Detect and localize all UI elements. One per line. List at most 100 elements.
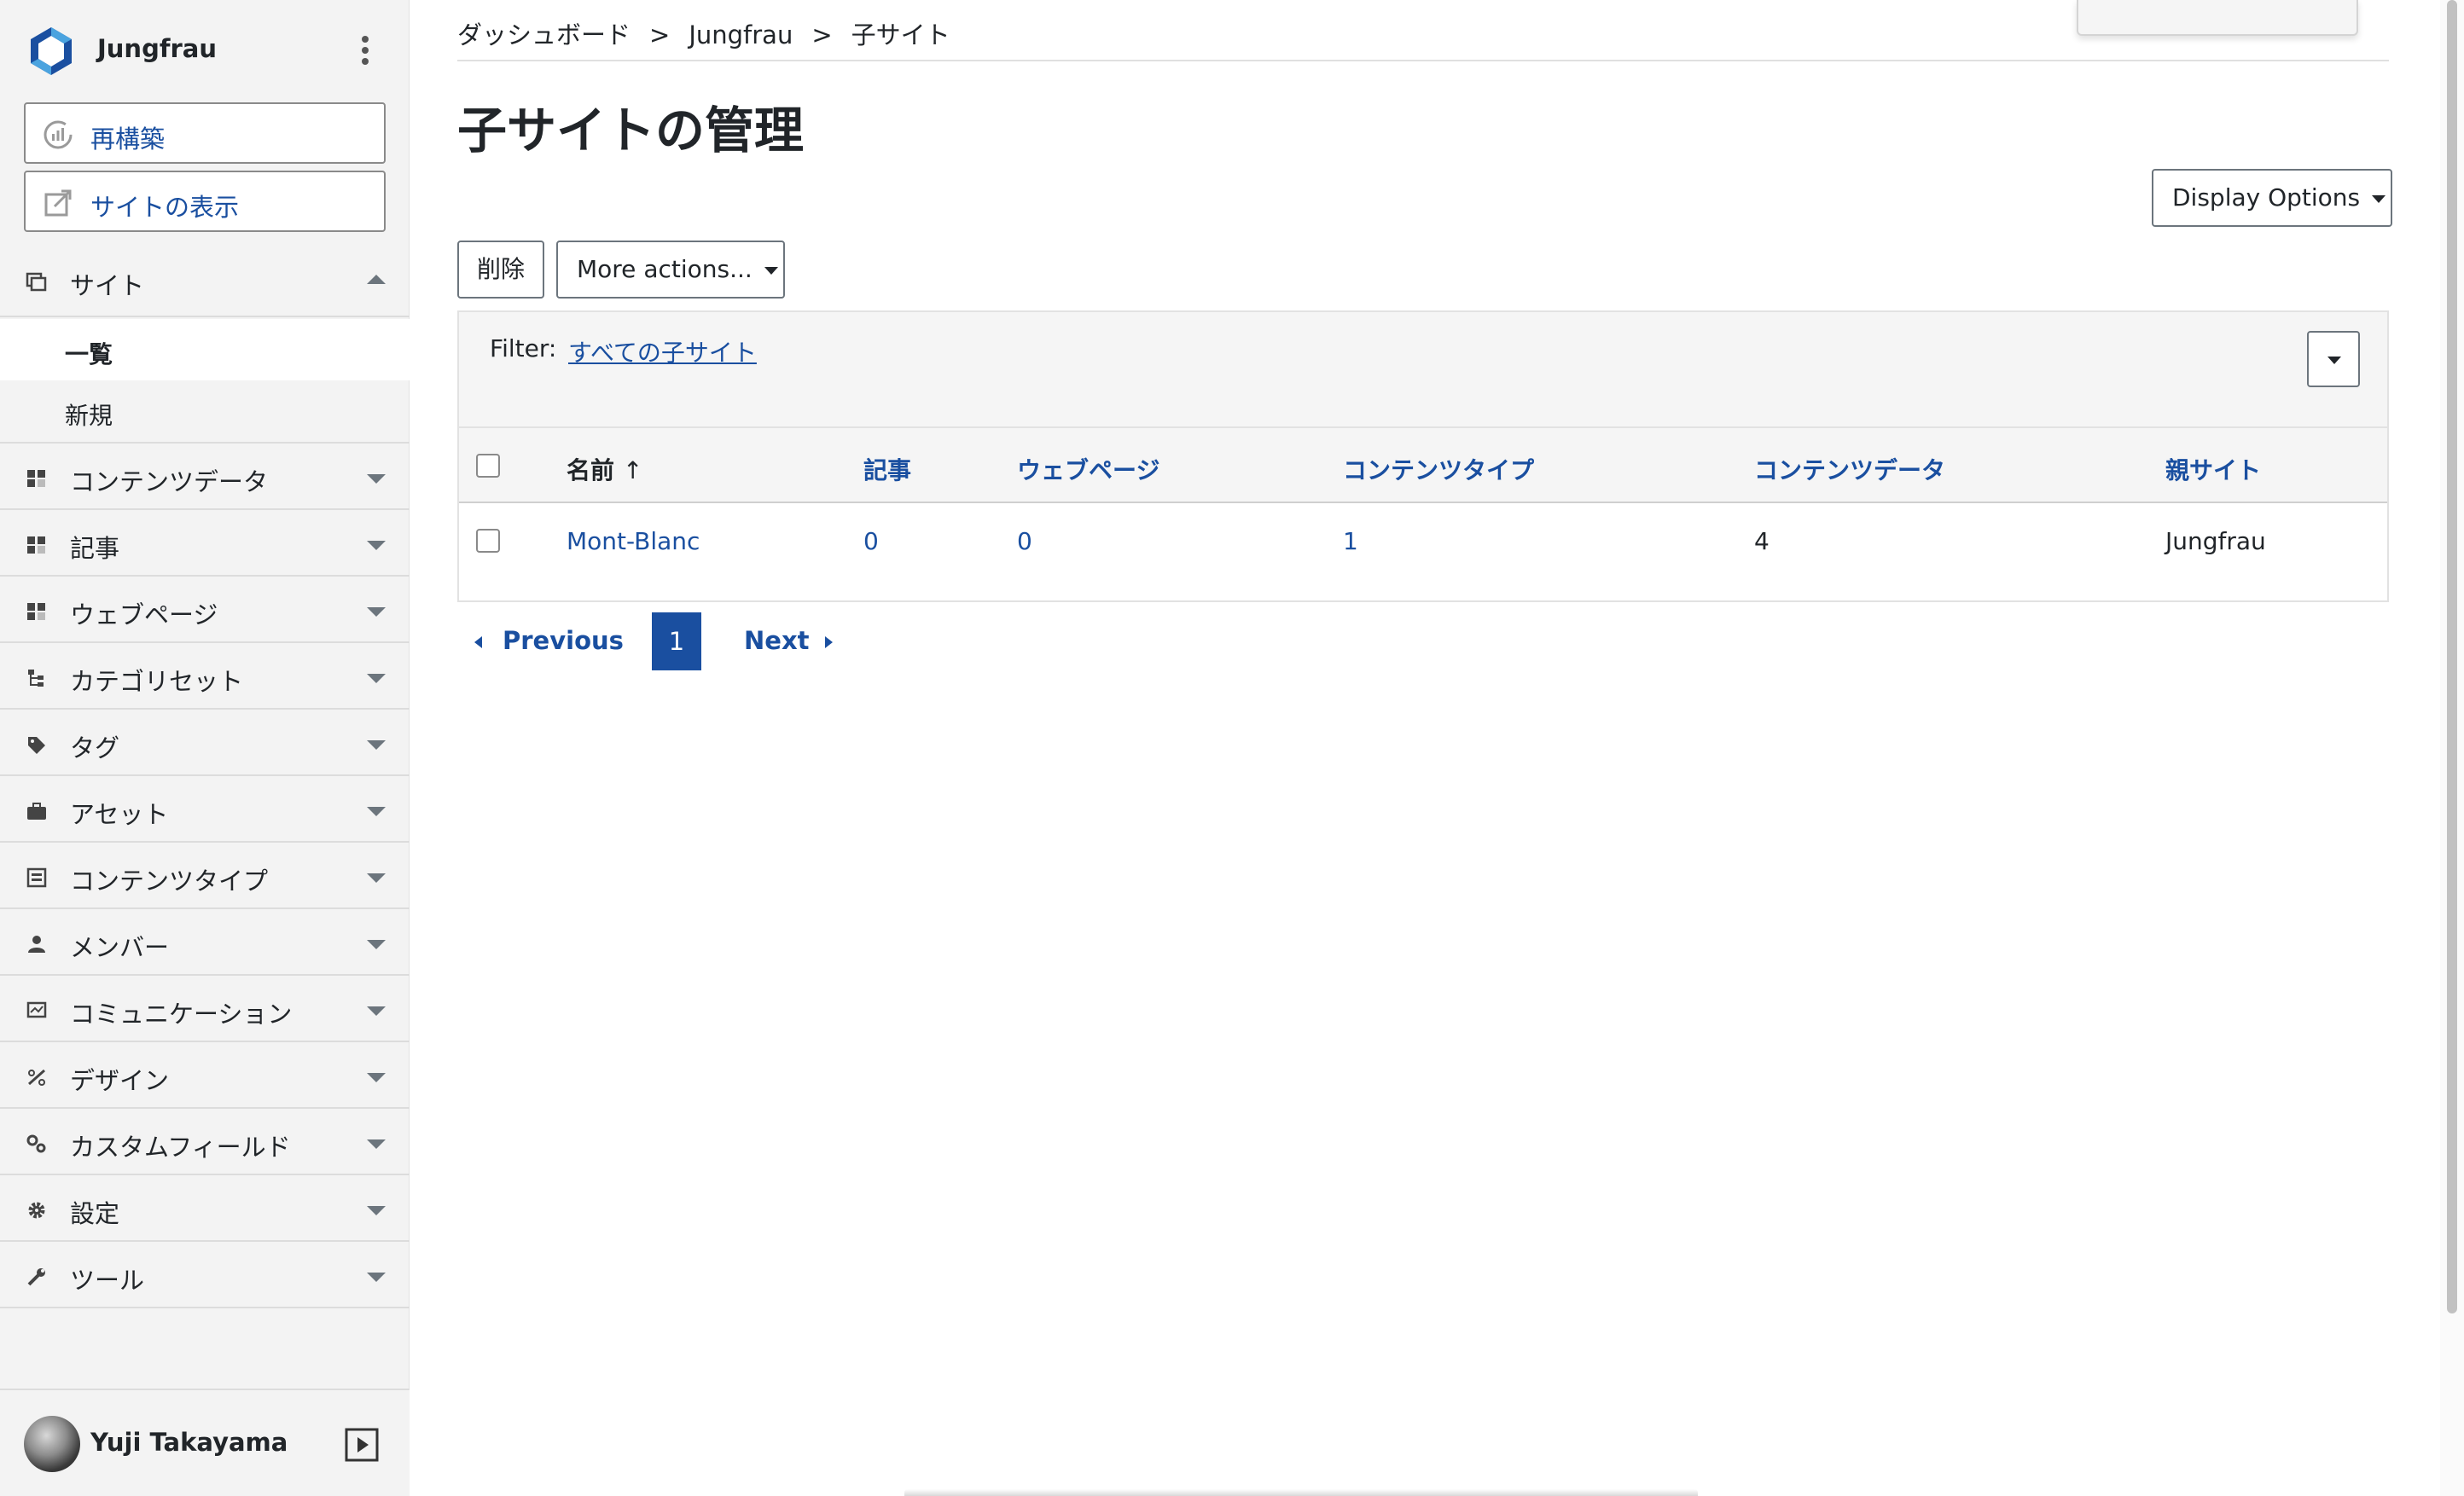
select-all-checkbox[interactable] — [476, 454, 500, 478]
sidebar-item-assets[interactable]: アセット — [0, 776, 410, 843]
sidebar-item-tags[interactable]: タグ — [0, 710, 410, 776]
sidebar: Jungfrau 再構築 サイトの表示 サイト 一覧 新規 コンテンツデータ 記… — [0, 0, 410, 1496]
column-header-name[interactable]: 名前 ↑ — [567, 452, 642, 486]
external-edit-icon — [44, 189, 72, 217]
user-bar: Yuji Takayama — [0, 1389, 410, 1496]
movable-type-logo-icon — [31, 27, 72, 75]
entry-icon — [27, 536, 45, 554]
breadcrumb-item-dashboard[interactable]: ダッシュボード — [457, 15, 631, 51]
sidebar-item-webpages[interactable]: ウェブページ — [0, 577, 410, 643]
sidebar-item-tools[interactable]: ツール — [0, 1242, 410, 1308]
sidebar-item-label: デザイン — [70, 1066, 170, 1095]
view-site-label: サイトの表示 — [90, 193, 240, 222]
filter-panel: Filter: すべての子サイト — [457, 310, 2389, 428]
sidebar-subitem-list[interactable]: 一覧 — [0, 319, 410, 380]
column-header-webpages[interactable]: ウェブページ — [1017, 452, 1159, 486]
next-label: Next — [744, 626, 810, 655]
webpages-count-link[interactable]: 0 — [1017, 527, 1032, 555]
sidebar-item-communication[interactable]: コミュニケーション — [0, 976, 410, 1042]
table-header-row: 名前 ↑ 記事 ウェブページ コンテンツタイプ コンテンツデータ 親サイト — [459, 428, 2387, 503]
sidebar-item-design[interactable]: デザイン — [0, 1042, 410, 1109]
chevron-down-icon — [367, 674, 386, 683]
view-site-button[interactable]: サイトの表示 — [24, 171, 386, 232]
more-actions-dropdown[interactable]: More actions... — [556, 241, 785, 299]
rebuild-button[interactable]: 再構築 — [24, 102, 386, 164]
sidebar-item-label: カスタムフィールド — [70, 1133, 291, 1162]
sidebar-item-label: サイト — [70, 271, 145, 300]
collapse-sidebar-icon[interactable] — [345, 1428, 379, 1462]
site-menu-kebab-icon[interactable] — [353, 32, 377, 70]
breadcrumb-item-current: 子サイト — [851, 20, 950, 49]
table-row: Mont-Blanc 0 0 1 4 Jungfrau — [459, 503, 2387, 578]
page-number-current[interactable]: 1 — [652, 612, 701, 670]
breadcrumb-item-site[interactable]: Jungfrau — [689, 20, 793, 49]
content-type-icon — [26, 867, 47, 888]
chevron-down-icon — [764, 266, 778, 275]
chevron-down-icon — [367, 1273, 386, 1282]
site-name-link[interactable]: Mont-Blanc — [567, 527, 700, 555]
avatar[interactable] — [24, 1416, 80, 1472]
vertical-scrollbar[interactable] — [2440, 0, 2464, 1496]
column-header-content-types[interactable]: コンテンツタイプ — [1343, 452, 1534, 486]
filter-value-link[interactable]: すべての子サイト — [568, 334, 757, 368]
child-sites-table: 名前 ↑ 記事 ウェブページ コンテンツタイプ コンテンツデータ 親サイト Mon… — [457, 426, 2389, 602]
sidebar-item-label: アセット — [70, 800, 169, 829]
sidebar-item-label: コンテンツタイプ — [70, 867, 269, 896]
display-options-button[interactable]: Display Options — [2152, 169, 2392, 227]
chevron-up-icon — [367, 275, 386, 284]
sidebar-item-custom-fields[interactable]: カスタムフィールド — [0, 1109, 410, 1175]
column-header-content-data[interactable]: コンテンツデータ — [1754, 452, 1945, 486]
column-header-entries[interactable]: 記事 — [863, 452, 911, 486]
custom-field-icon — [26, 1134, 46, 1153]
delete-button[interactable]: 削除 — [457, 241, 544, 299]
next-page-link[interactable]: Next — [744, 626, 833, 655]
sidebar-subitem-new[interactable]: 新規 — [0, 380, 410, 442]
chevron-down-icon — [367, 1006, 386, 1016]
previous-page-link[interactable]: Previous — [474, 626, 624, 655]
content-data-count: 4 — [1754, 527, 1770, 555]
display-options-label: Display Options — [2172, 183, 2361, 212]
site-icon — [26, 272, 47, 292]
column-header-parent-site[interactable]: 親サイト — [2165, 452, 2261, 486]
sidebar-item-entries[interactable]: 記事 — [0, 510, 410, 577]
site-name[interactable]: Jungfrau — [97, 34, 217, 63]
more-actions-label: More actions... — [577, 255, 753, 283]
sidebar-item-settings[interactable]: 設定 — [0, 1175, 410, 1242]
filter-toggle-button[interactable] — [2307, 331, 2360, 387]
entries-count-link[interactable]: 0 — [863, 527, 879, 555]
divider — [0, 316, 410, 317]
column-header-label: 名前 — [567, 456, 615, 484]
divider — [457, 60, 2389, 61]
member-icon — [28, 936, 45, 953]
page-title: 子サイトの管理 — [457, 101, 805, 159]
chevron-down-icon — [367, 1139, 386, 1149]
sidebar-item-label: メンバー — [70, 933, 170, 962]
rebuild-label: 再構築 — [90, 125, 166, 154]
sidebar-subitem-label: 一覧 — [65, 340, 113, 368]
content-data-icon — [27, 470, 45, 487]
design-icon — [28, 1069, 45, 1086]
popup-menu-fragment — [2077, 0, 2358, 36]
row-checkbox[interactable] — [476, 529, 500, 553]
breadcrumb-separator: > — [811, 20, 833, 49]
pagination: Previous 1 Next — [457, 612, 969, 670]
sort-ascending-icon: ↑ — [623, 456, 643, 484]
webpage-icon — [27, 603, 45, 620]
sidebar-item-label: 設定 — [70, 1199, 120, 1228]
chevron-left-icon — [474, 636, 482, 648]
sidebar-item-category-sets[interactable]: カテゴリセット — [0, 643, 410, 710]
scrollbar-thumb[interactable] — [2447, 0, 2457, 1313]
sidebar-item-members[interactable]: メンバー — [0, 909, 410, 976]
content-types-count-link[interactable]: 1 — [1343, 527, 1358, 555]
sidebar-item-content-data[interactable]: コンテンツデータ — [0, 444, 410, 510]
parent-site-name: Jungfrau — [2165, 527, 2266, 555]
category-set-icon — [28, 670, 44, 687]
chevron-down-icon — [367, 607, 386, 617]
sidebar-item-site[interactable]: サイト — [0, 247, 410, 314]
sidebar-item-content-types[interactable]: コンテンツタイプ — [0, 843, 410, 909]
chevron-right-icon — [824, 636, 833, 648]
bottom-panel-edge — [904, 1489, 1698, 1496]
chevron-down-icon — [367, 541, 386, 550]
tag-icon — [28, 737, 45, 754]
user-name[interactable]: Yuji Takayama — [90, 1428, 288, 1457]
